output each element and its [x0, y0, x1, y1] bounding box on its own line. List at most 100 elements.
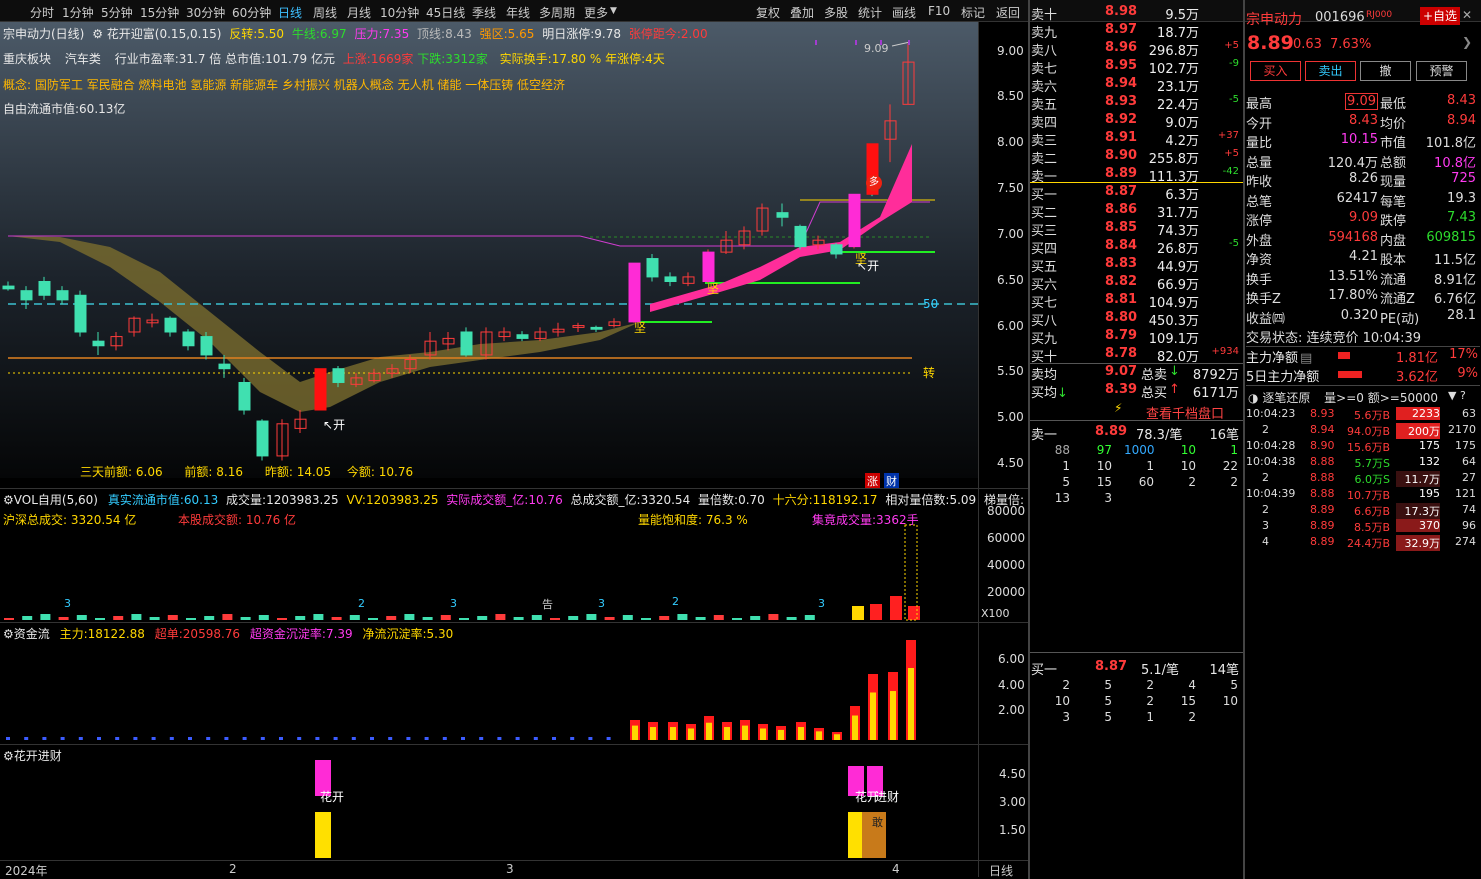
tab-10min[interactable]: 10分钟: [380, 4, 419, 21]
date-mar: 3: [506, 862, 514, 876]
multi-stock-button[interactable]: 多股: [824, 4, 848, 21]
capital-flow-chart[interactable]: [0, 640, 978, 742]
sell-level-9[interactable]: 卖九 8.97 18.7万: [1031, 22, 1241, 41]
queue-cell: 1: [1146, 459, 1154, 473]
stats-button[interactable]: 统计: [858, 4, 882, 21]
queue-cell: 13: [1054, 491, 1070, 505]
tab-5min[interactable]: 5分钟: [101, 4, 133, 21]
vol-count: 3: [450, 597, 457, 610]
queue-cell: 10: [1222, 694, 1238, 708]
buy-button[interactable]: 买入: [1250, 61, 1301, 81]
vol-bar: [186, 618, 196, 620]
candle-body: [2, 285, 15, 290]
vol-bar: [641, 618, 651, 620]
queue-cell: 2: [1230, 475, 1238, 489]
buy-level-7[interactable]: 买七 8.81 104.9万: [1031, 292, 1241, 311]
price-tick: 6.50: [997, 273, 1024, 287]
vol-bar: [622, 615, 633, 620]
tab-multi-period[interactable]: 多周期: [539, 4, 575, 21]
alert-button[interactable]: 预警: [1416, 61, 1467, 81]
quote-row: 总量 120.4万 总额 10.8亿: [1246, 155, 1476, 171]
buy-level-5[interactable]: 买五 8.83 44.9万: [1031, 256, 1241, 275]
quote-row: 净资 4.21 股本 11.5亿: [1246, 249, 1476, 268]
sell-button[interactable]: 卖出: [1305, 61, 1356, 81]
back-button[interactable]: 返回: [996, 4, 1020, 21]
vol-bar: [513, 617, 524, 620]
sell-level-3[interactable]: 卖三 8.91 4.2万 +37: [1031, 130, 1241, 149]
period-indicator[interactable]: 日线: [989, 862, 1013, 879]
fuquan-button[interactable]: 复权: [756, 4, 780, 21]
sell-level-6[interactable]: 卖六 8.94 23.1万: [1031, 76, 1241, 95]
draw-line-button[interactable]: 画线: [892, 4, 916, 21]
tab-quarter[interactable]: 季线: [472, 4, 496, 21]
top-tick: [815, 40, 817, 45]
vol-bar: [477, 616, 488, 620]
jian-label-3: 坚: [855, 252, 868, 266]
price-tick: 8.50: [997, 89, 1024, 103]
chevron-down-icon[interactable]: ▼: [610, 6, 617, 16]
tab-45day[interactable]: 45日线: [426, 4, 465, 21]
queue-cell: 2: [1146, 694, 1154, 708]
quote-row: 收益㈣ 0.320 PE(动) 28.1: [1246, 307, 1476, 327]
vol-bar: [277, 618, 287, 620]
cancel-button[interactable]: 撤: [1360, 61, 1411, 81]
sell-level-8[interactable]: 卖八 8.96 296.8万 +5: [1031, 40, 1241, 59]
tick-row: 10:04:28 8.90 15.6万B 175 175: [1246, 439, 1476, 454]
tab-15min[interactable]: 15分钟: [140, 4, 179, 21]
vol-unit: X100: [981, 607, 1010, 620]
tab-more[interactable]: 更多: [584, 4, 608, 21]
sell-level-10[interactable]: 卖十 8.98 9.5万: [1031, 4, 1241, 23]
add-favorite-button[interactable]: +自选: [1420, 7, 1460, 25]
vol-bar: [295, 616, 306, 620]
tab-daily[interactable]: 日线: [278, 4, 302, 21]
buy-level-10[interactable]: 买十 8.78 82.0万 +934: [1031, 346, 1241, 365]
filter-icon[interactable]: ▼ ?: [1448, 389, 1466, 402]
flow-bar-inner: [816, 731, 822, 740]
volume-chart[interactable]: [0, 520, 978, 622]
sell-level-7[interactable]: 卖七 8.95 102.7万 -9: [1031, 58, 1241, 77]
buy-level-2[interactable]: 买二 8.86 31.7万: [1031, 202, 1241, 221]
huakai-chart[interactable]: [0, 760, 978, 860]
quote-row: 总笔 62417 每笔 19.3: [1246, 190, 1476, 210]
vol-bar: [113, 616, 124, 620]
buy-level-3[interactable]: 买三 8.85 74.3万: [1031, 220, 1241, 239]
candle-body: [200, 336, 213, 356]
queue-cell: 10: [1054, 694, 1070, 708]
amount-summary: 三天前额: 6.06 前额: 8.16 昨额: 14.05 今额: 10.76: [80, 465, 414, 479]
tab-monthly[interactable]: 月线: [347, 4, 371, 21]
indicator-gear-icon[interactable]: ⚙: [92, 27, 103, 41]
tab-weekly[interactable]: 周线: [313, 4, 337, 21]
sell-level-4[interactable]: 卖四 8.92 9.0万: [1031, 112, 1241, 131]
candle-body: [218, 363, 231, 370]
flow-bar-neg: [479, 737, 484, 740]
buy-level-9[interactable]: 买九 8.79 109.1万: [1031, 328, 1241, 347]
close-icon[interactable]: ✕: [1462, 8, 1472, 22]
quote-row: 最高 9.09 最低 8.43: [1246, 93, 1476, 112]
flow-bar-neg: [260, 737, 265, 740]
high-price-label: 9.09: [864, 42, 889, 55]
f10-button[interactable]: F10: [928, 4, 950, 18]
tick-row: 10:04:39 8.88 10.7万B 195 121: [1246, 487, 1476, 502]
zhang-badge: 涨: [865, 473, 880, 489]
vol-bar: [495, 614, 506, 620]
expand-icon[interactable]: ❯: [1462, 35, 1472, 49]
overlay-button[interactable]: 叠加: [790, 4, 814, 21]
buy-level-1[interactable]: 买一 8.87 6.3万: [1031, 184, 1241, 203]
quote-row: 量比 10.15 市值 101.8亿: [1246, 132, 1476, 151]
tab-30min[interactable]: 30分钟: [186, 4, 225, 21]
sell-level-2[interactable]: 卖二 8.90 255.8万 +5: [1031, 148, 1241, 167]
buy-level-8[interactable]: 买八 8.80 450.3万: [1031, 310, 1241, 329]
top-tick: [908, 40, 910, 45]
sell-level-5[interactable]: 卖五 8.93 22.4万 -5: [1031, 94, 1241, 113]
tab-1min[interactable]: 1分钟: [62, 4, 94, 21]
mark-button[interactable]: 标记: [961, 4, 985, 21]
tab-year[interactable]: 年线: [506, 4, 530, 21]
tab-fenshi[interactable]: 分时: [30, 4, 54, 21]
buy-level-4[interactable]: 买四 8.84 26.8万 -5: [1031, 238, 1241, 257]
buy-level-6[interactable]: 买六 8.82 66.9万: [1031, 274, 1241, 293]
queue-cell: 2: [1188, 710, 1196, 724]
candle-body: [314, 368, 327, 411]
tab-60min[interactable]: 60分钟: [232, 4, 271, 21]
gan-label: 敢: [872, 816, 883, 829]
date-feb: 2: [229, 862, 237, 876]
